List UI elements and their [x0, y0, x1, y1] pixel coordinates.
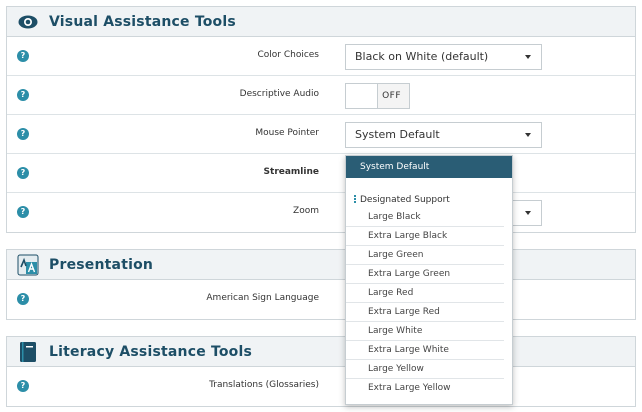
literacy-assistance-header[interactable]: Literacy Assistance Tools: [7, 337, 635, 367]
help-icon[interactable]: ?: [17, 128, 29, 140]
descriptive-audio-row: ? Descriptive Audio OFF: [7, 76, 635, 115]
section-title: Literacy Assistance Tools: [49, 343, 253, 360]
dropdown-selected-option[interactable]: System Default: [346, 156, 512, 178]
dropdown-option[interactable]: Large Green: [346, 246, 504, 265]
dropdown-option[interactable]: Large Red: [346, 284, 504, 303]
chevron-down-icon: [525, 133, 531, 137]
help-icon[interactable]: ?: [17, 167, 29, 179]
toggle-knob: [346, 84, 378, 108]
help-icon[interactable]: ?: [17, 293, 29, 305]
color-choices-row: ? Color Choices Black on White (default): [7, 37, 635, 76]
section-title: Visual Assistance Tools: [49, 13, 236, 30]
sign-language-icon: [17, 254, 39, 276]
chevron-down-icon: [525, 211, 531, 215]
dropdown-option[interactable]: Extra Large Green: [346, 265, 504, 284]
section-title: Presentation: [49, 256, 154, 273]
literacy-assistance-section: Literacy Assistance Tools ? Translations…: [6, 336, 636, 407]
translations-label: Translations (Glossaries): [209, 380, 319, 390]
dropdown-option[interactable]: Large Black: [346, 208, 504, 227]
streamline-label: Streamline: [263, 167, 319, 177]
help-icon[interactable]: ?: [17, 206, 29, 218]
dropdown-option[interactable]: Large White: [346, 322, 504, 341]
descriptive-audio-label: Descriptive Audio: [239, 89, 319, 99]
eye-icon: [17, 11, 39, 33]
mouse-pointer-row: ? Mouse Pointer System Default: [7, 115, 635, 154]
descriptive-audio-toggle[interactable]: OFF: [345, 83, 410, 109]
asl-label: American Sign Language: [206, 293, 319, 303]
toggle-state: OFF: [382, 91, 401, 101]
color-choices-label: Color Choices: [257, 50, 319, 60]
dropdown-option[interactable]: Extra Large Black: [346, 227, 504, 246]
visual-assistance-section: Visual Assistance Tools ? Color Choices …: [6, 6, 636, 233]
dropdown-group-label: Designated Support: [346, 192, 512, 208]
presentation-header[interactable]: Presentation: [7, 250, 635, 280]
dropdown-option[interactable]: Large Yellow: [346, 360, 504, 379]
streamline-row: ? Streamline: [7, 154, 635, 193]
group-marker-icon: [354, 195, 356, 203]
zoom-row: ? Zoom: [7, 193, 635, 232]
help-icon[interactable]: ?: [17, 380, 29, 392]
translations-row: ? Translations (Glossaries): [7, 367, 635, 406]
help-icon[interactable]: ?: [17, 50, 29, 62]
dropdown-option[interactable]: Extra Large White: [346, 341, 504, 360]
asl-row: ? American Sign Language: [7, 280, 635, 319]
dropdown-option[interactable]: Extra Large Red: [346, 303, 504, 322]
presentation-section: Presentation ? American Sign Language: [6, 249, 636, 320]
book-icon: [17, 341, 39, 363]
mouse-pointer-select[interactable]: System Default: [345, 122, 542, 148]
zoom-label: Zoom: [293, 206, 319, 216]
help-icon[interactable]: ?: [17, 89, 29, 101]
group-label-text: Designated Support: [360, 195, 450, 205]
color-choices-select[interactable]: Black on White (default): [345, 44, 542, 70]
color-choices-value: Black on White (default): [355, 50, 489, 63]
chevron-down-icon: [525, 55, 531, 59]
mouse-pointer-value: System Default: [355, 128, 440, 141]
mouse-pointer-label: Mouse Pointer: [255, 128, 319, 138]
dropdown-option[interactable]: Extra Large Yellow: [346, 379, 504, 398]
mouse-pointer-dropdown: System Default Designated Support Large …: [345, 155, 513, 405]
visual-assistance-header[interactable]: Visual Assistance Tools: [7, 7, 635, 37]
